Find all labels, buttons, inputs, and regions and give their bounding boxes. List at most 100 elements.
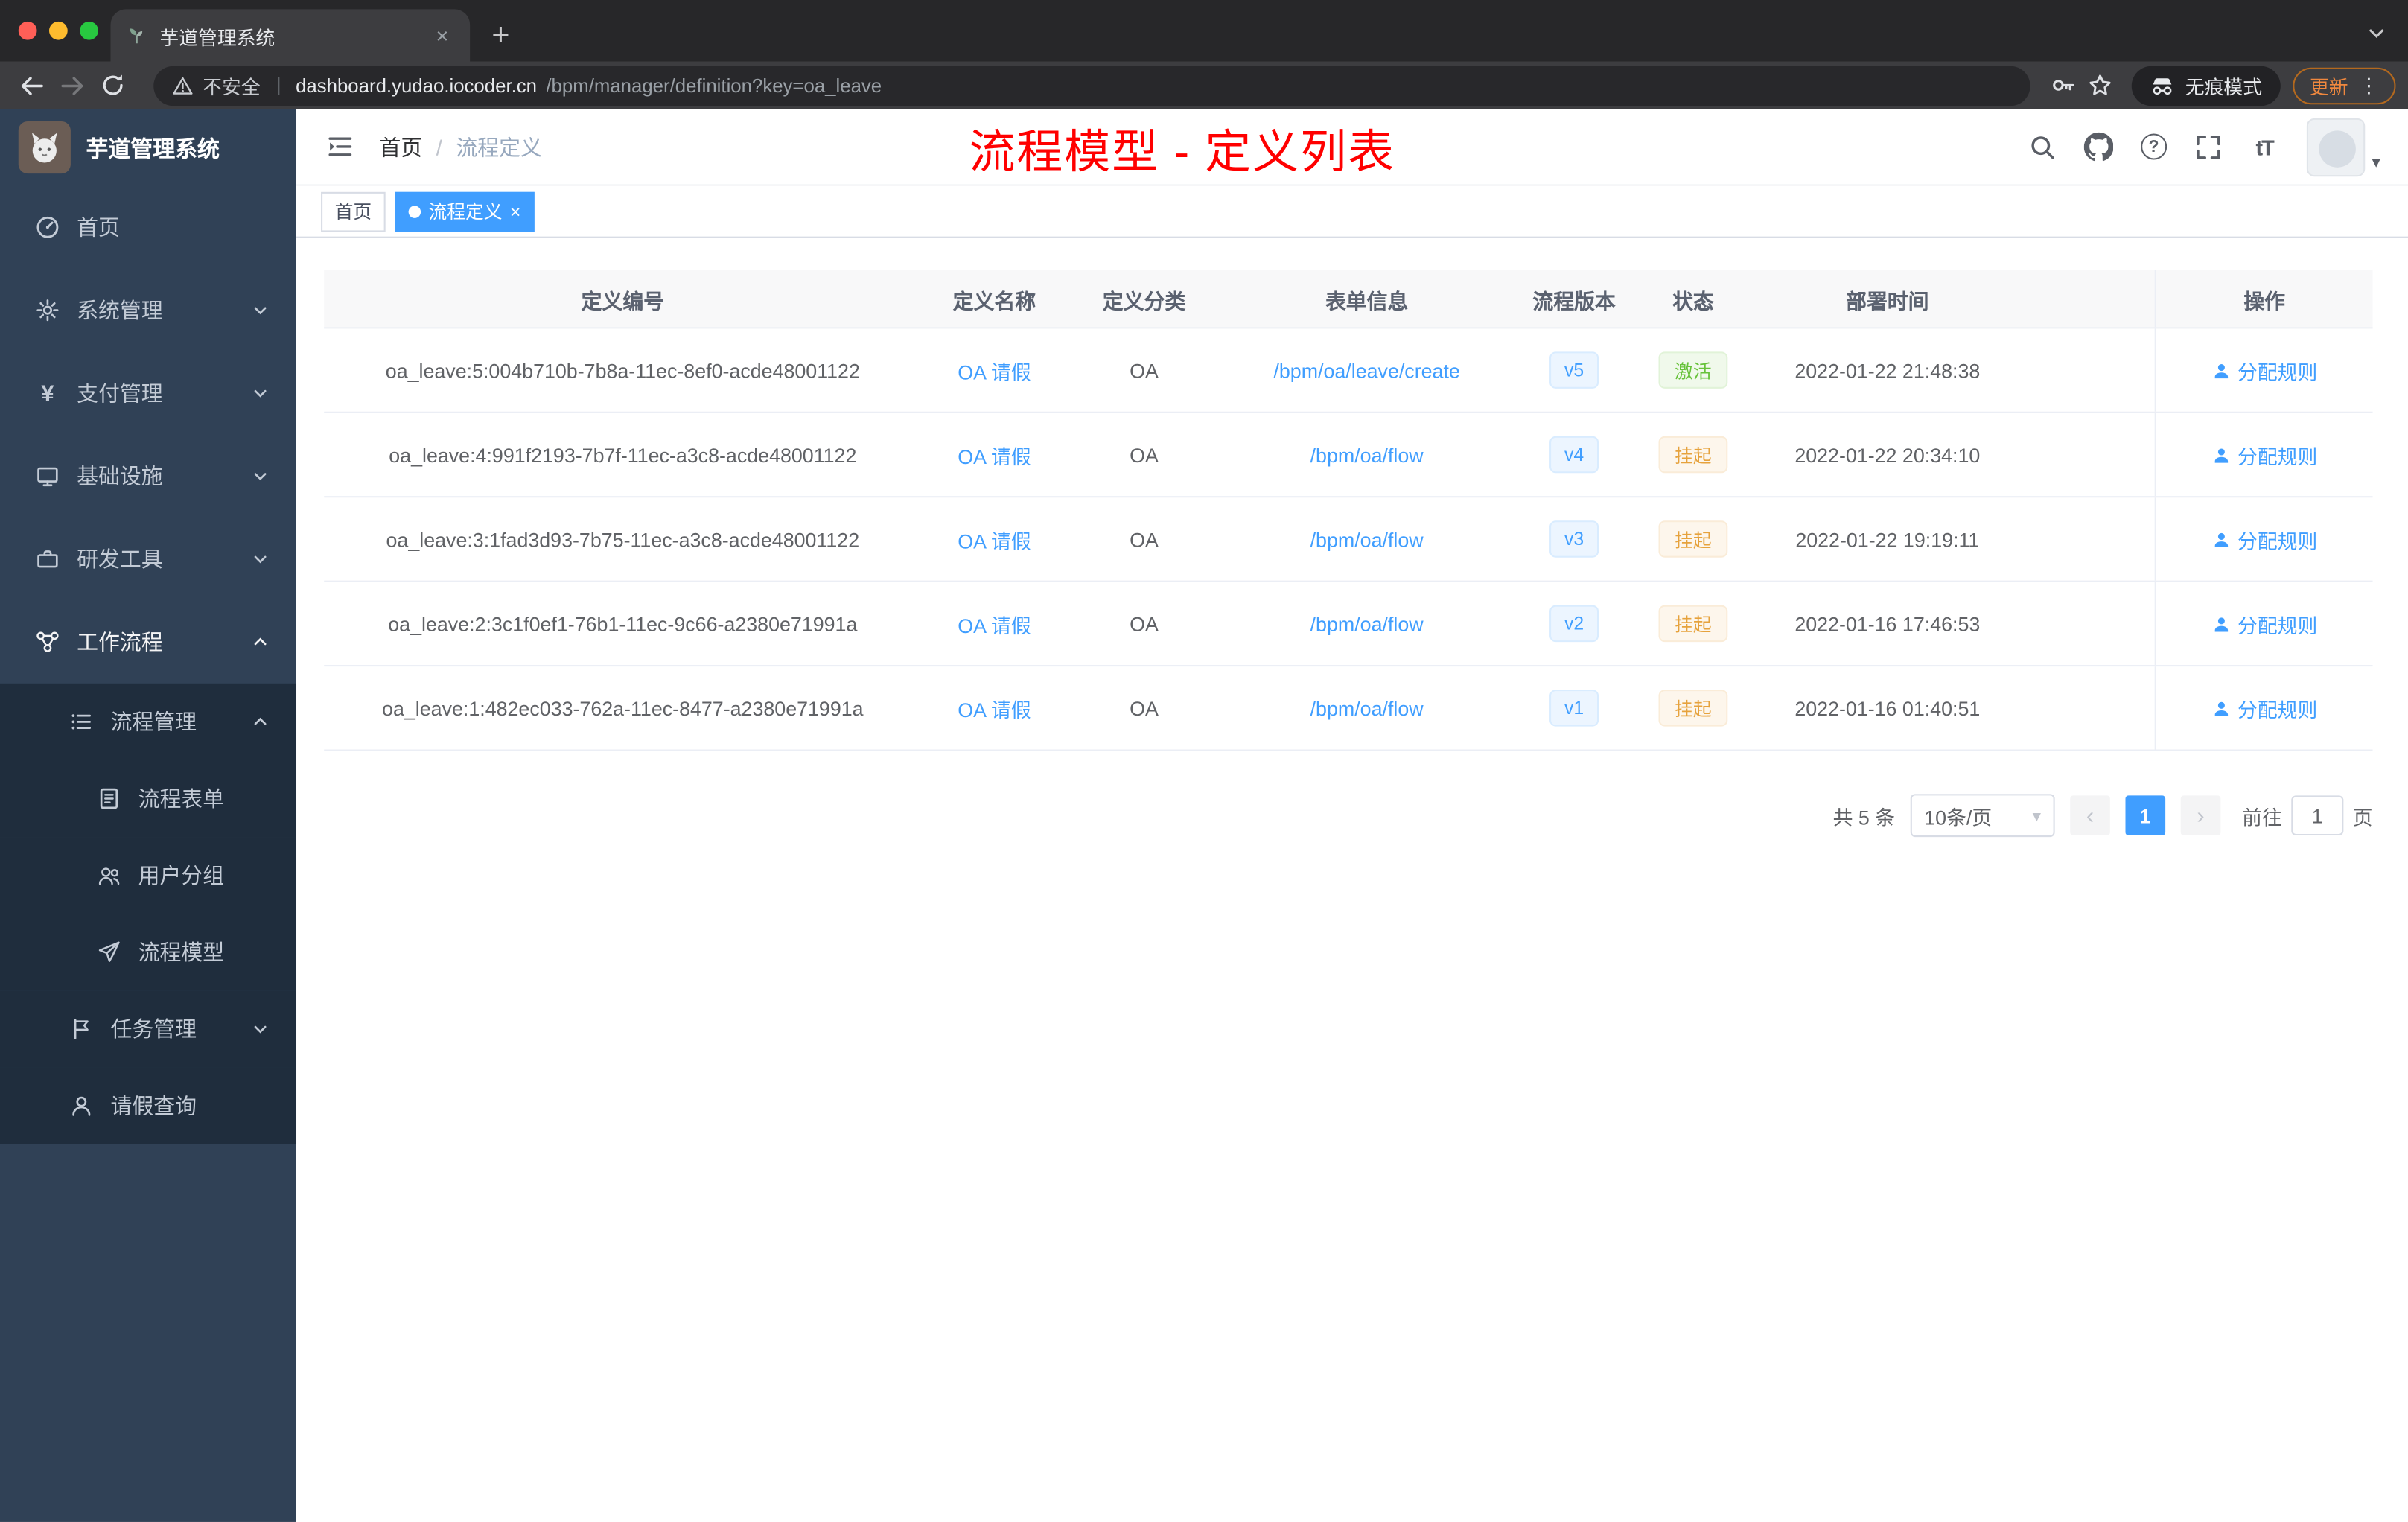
status-tag: 挂起 [1659,520,1727,558]
breadcrumb-home[interactable]: 首页 [379,131,422,162]
tag-process-definition[interactable]: 流程定义 × [395,191,535,232]
col-status: 状态 [1672,289,1714,313]
filler-cell [2024,582,2154,665]
chevron-down-icon [252,302,269,319]
definition-name-link[interactable]: OA 请假 [958,524,1031,553]
goto-page-input[interactable] [2291,795,2344,835]
col-definition-name: 定义名称 [952,289,1036,313]
chevron-down-icon [252,468,269,485]
chevron-up-icon [252,634,269,651]
status-cell: 挂起 [1636,497,1751,580]
form-info-link[interactable]: /bpm/oa/flow [1310,612,1424,635]
url-path: /bpm/manager/definition?key=oa_leave [546,74,882,96]
github-icon[interactable] [2080,128,2118,165]
assign-rule-label: 分配规则 [2237,529,2318,553]
app-frame: 芋道管理系统 首页 系统管理 ¥ 支付管理 基础设施 研发工具 工作流程 流程管… [0,109,2408,1522]
assign-rule-label: 分配规则 [2237,360,2318,383]
sidebar-item-system[interactable]: 系统管理 [0,269,296,351]
sidebar-logo[interactable]: 芋道管理系统 [0,109,296,185]
form-info-link[interactable]: /bpm/oa/flow [1310,443,1424,466]
assign-rule-link[interactable]: 分配规则 [2211,693,2317,722]
forward-icon[interactable] [52,66,92,106]
sidebar-item-process-management[interactable]: 流程管理 [0,683,297,760]
current-page[interactable]: 1 [2125,795,2166,835]
page-size-value: 10条/页 [1924,805,1993,829]
actions-cell: 分配规则 [2154,328,2373,412]
browser-tab[interactable]: 芋道管理系统 × [110,9,471,62]
table-body: oa_leave:5:004b710b-7b8a-11ec-8ef0-acde4… [324,328,2373,751]
assign-rule-link[interactable]: 分配规则 [2211,524,2317,553]
col-process-version: 流程版本 [1532,289,1616,313]
tab-close-icon[interactable]: × [430,23,455,48]
back-icon[interactable] [13,66,53,106]
bookmark-star-icon[interactable] [2083,67,2120,104]
definition-name-link[interactable]: OA 请假 [958,693,1031,722]
new-tab-button[interactable]: + [480,14,523,57]
pagination: 共 5 条 10条/页 ▾ ‹ 1 › 前往 页 [324,794,2373,838]
search-icon[interactable] [2025,128,2062,165]
col-deploy-time: 部署时间 [1846,289,1929,313]
address-bar[interactable]: 不安全 dashboard.yudao.iocoder.cn/bpm/manag… [153,65,2030,106]
form-info-link[interactable]: /bpm/oa/leave/create [1273,359,1459,382]
tags-view: 首页 流程定义 × [296,185,2408,238]
app-title: 芋道管理系统 [86,137,220,162]
breadcrumb-current: 流程定义 [456,134,542,159]
tab-title: 芋道管理系统 [159,27,275,48]
definition-name-link[interactable]: OA 请假 [958,609,1031,638]
font-size-icon[interactable]: tT [2246,128,2283,165]
tag-close-icon[interactable]: × [510,202,520,220]
version-cell: v1 [1513,666,1636,749]
tag-home[interactable]: 首页 [321,191,386,232]
goto-label: 前往 [2242,805,2282,829]
sidebar-item-process-model[interactable]: 流程模型 [0,914,297,991]
form-info-cell: /bpm/oa/flow [1221,582,1513,665]
sidebar-item-leave-query[interactable]: 请假查询 [0,1067,297,1144]
next-page-button[interactable]: › [2180,795,2221,835]
sidebar-item-infrastructure[interactable]: 基础设施 [0,435,296,518]
sidebar-item-label: 基础设施 [77,463,163,488]
assign-rule-link[interactable]: 分配规则 [2211,440,2317,469]
sidebar-item-dev-tools[interactable]: 研发工具 [0,518,296,600]
filler-cell [2024,328,2154,411]
reload-icon[interactable] [92,66,133,106]
definition-name-link[interactable]: OA 请假 [958,355,1031,384]
sidebar-item-user-group[interactable]: 用户分组 [0,837,297,914]
question-mark-icon: ? [2141,133,2167,160]
version-tag: v1 [1549,690,1599,727]
fullscreen-icon[interactable] [2191,128,2228,165]
assign-rule-link[interactable]: 分配规则 [2211,355,2317,384]
page-size-select[interactable]: 10条/页 ▾ [1910,794,2055,838]
close-window-button[interactable] [18,21,37,40]
help-icon[interactable]: ? [2135,128,2173,165]
breadcrumb: 首页 / 流程定义 [379,131,541,162]
filler-cell [2024,666,2154,749]
assign-rule-link[interactable]: 分配规则 [2211,609,2317,638]
prev-page-button[interactable]: ‹ [2070,795,2110,835]
form-info-cell: /bpm/oa/leave/create [1221,328,1513,411]
sidebar-item-home[interactable]: 首页 [0,186,296,269]
page-unit-label: 页 [2352,805,2373,829]
browser-update-button[interactable]: 更新 ⋮ [2293,66,2396,104]
sidebar-toggle-icon[interactable] [312,119,367,174]
chevron-down-icon [252,550,269,567]
sidebar-item-process-form[interactable]: 流程表单 [0,760,297,838]
sidebar-item-workflow[interactable]: 工作流程 [0,600,296,683]
window-controls [18,21,98,40]
version-tag: v4 [1549,436,1599,474]
form-info-link[interactable]: /bpm/oa/flow [1310,696,1424,719]
sidebar-item-payment[interactable]: ¥ 支付管理 [0,351,296,434]
user-menu[interactable]: ▾ [2307,117,2380,176]
browser-menu-dots-icon[interactable]: ⋮ [2359,73,2379,98]
sidebar-item-task-management[interactable]: 任务管理 [0,990,297,1068]
password-key-icon[interactable] [2045,67,2083,104]
table-row: oa_leave:4:991f2193-7b7f-11ec-a3c8-acde4… [324,413,2373,498]
version-cell: v2 [1513,582,1636,665]
form-info-link[interactable]: /bpm/oa/flow [1310,527,1424,550]
user-icon [2214,363,2229,378]
incognito-label: 无痕模式 [2185,77,2263,98]
minimize-window-button[interactable] [49,21,68,40]
definition-name-link[interactable]: OA 请假 [958,440,1031,469]
tab-search-chevron-icon[interactable] [2366,23,2386,43]
zoom-window-button[interactable] [80,21,98,40]
sidebar-item-label: 流程管理 [110,709,197,734]
